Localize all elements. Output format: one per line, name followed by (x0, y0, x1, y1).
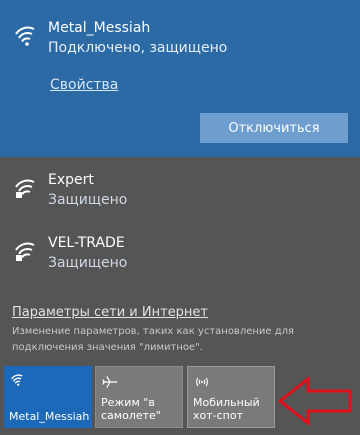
airplane-icon (102, 376, 118, 388)
network-status: Подключено, защищено (48, 40, 228, 56)
network-name: VEL-TRADE (48, 235, 125, 251)
connected-network-panel[interactable]: Metal_Messiah Подключено, защищено Свойс… (0, 0, 360, 157)
network-settings-description: Изменение параметров, таких как установл… (12, 326, 295, 353)
network-item-vel-trade[interactable]: VEL-TRADE Защищено (0, 228, 360, 284)
network-status: Защищено (48, 255, 128, 271)
disconnect-button[interactable]: Отключиться (200, 113, 348, 143)
network-name: Expert (48, 172, 94, 188)
network-status: Защищено (48, 192, 128, 208)
network-name: Metal_Messiah (48, 20, 151, 36)
quick-action-airplane-mode[interactable]: Режим "в самолете" (95, 366, 183, 428)
annotation-arrow-icon (278, 376, 352, 426)
tile-label: Режим "в самолете" (101, 396, 161, 422)
quick-action-wifi[interactable]: Metal_Messiah (4, 366, 92, 428)
tile-label: Мобильный хот-спот (193, 396, 260, 422)
wifi-secured-icon (15, 242, 35, 261)
wifi-icon (11, 374, 23, 386)
network-settings-link[interactable]: Параметры сети и Интернет (12, 305, 208, 320)
network-item-expert[interactable]: Expert Защищено (0, 165, 360, 221)
tile-label: Metal_Messiah (9, 410, 90, 423)
properties-link[interactable]: Свойства (50, 77, 118, 93)
hotspot-icon (196, 377, 208, 387)
wifi-icon (15, 26, 35, 46)
wifi-secured-icon (15, 179, 35, 198)
quick-action-mobile-hotspot[interactable]: Мобильный хот-спот (187, 366, 275, 428)
